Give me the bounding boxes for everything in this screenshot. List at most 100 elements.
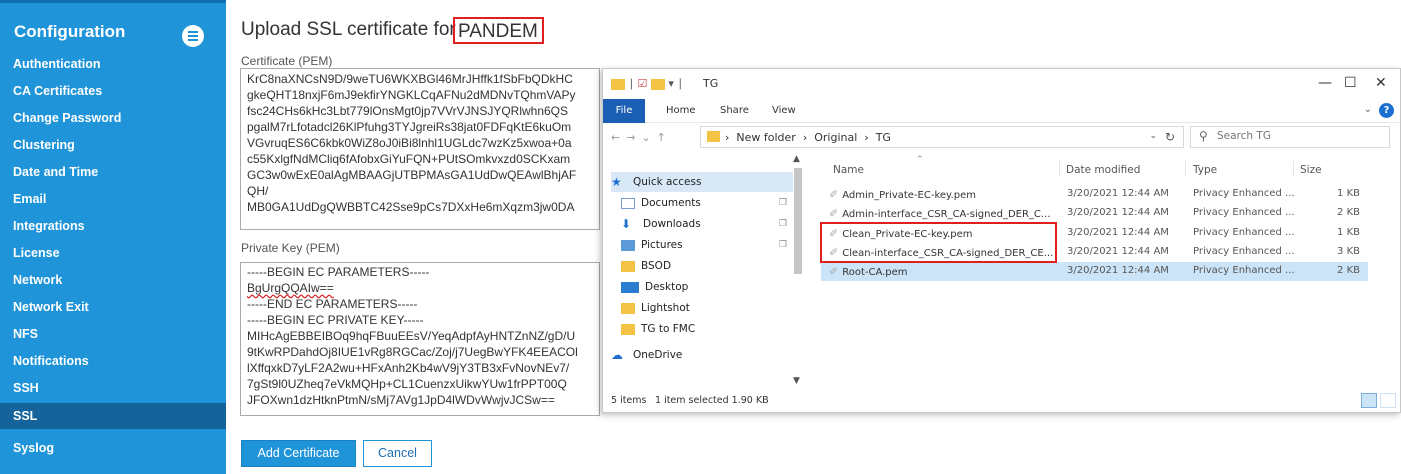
nav-item-documents[interactable]: Documents ❒ (611, 193, 793, 213)
sidebar-item-license[interactable]: License (0, 240, 226, 266)
private-key-line: 9tKwRPDahdOj8IUE1vRg8RGCac/Zoj/j7UegBwYF… (247, 345, 578, 359)
private-key-line: -----END EC PARAMETERS----- (247, 297, 418, 311)
device-name: PANDEM (458, 21, 538, 42)
file-row[interactable]: ✐ Admin-interface_CSR_CA-signed_DER_C... … (821, 204, 1368, 223)
help-icon[interactable]: ? (1379, 103, 1394, 118)
pictures-icon (621, 239, 635, 251)
new-folder-icon[interactable] (650, 78, 665, 90)
column-header-size[interactable]: Size (1300, 164, 1322, 176)
refresh-icon[interactable]: ↻ (1165, 130, 1175, 144)
sidebar-item-date-and-time[interactable]: Date and Time (0, 159, 226, 185)
details-view-icon[interactable] (1361, 393, 1377, 408)
breadcrumb-separator-icon: › (725, 131, 733, 144)
scroll-up-icon[interactable]: ▲ (793, 154, 800, 164)
sidebar-item-ssh[interactable]: SSH (0, 375, 226, 401)
column-header-name[interactable]: Name (833, 164, 864, 176)
certificate-line: QH/ (247, 184, 269, 198)
nav-item-onedrive[interactable]: ☁ OneDrive (611, 345, 793, 365)
ribbon-tab-share[interactable]: Share (720, 105, 749, 116)
nav-item-bsod[interactable]: BSOD (611, 256, 793, 276)
private-key-line: -----BEGIN EC PRIVATE KEY----- (247, 313, 424, 327)
pem-file-icon: ✐ (829, 265, 839, 278)
address-bar[interactable]: › New folder › Original › TG ⌄ ↻ (700, 126, 1184, 148)
page-title: Upload SSL certificate for (241, 19, 456, 40)
scroll-down-icon[interactable]: ▼ (793, 376, 800, 386)
file-size: 2 KB (1337, 265, 1360, 276)
sidebar-item-notifications[interactable]: Notifications (0, 348, 226, 374)
column-divider[interactable] (1185, 161, 1186, 177)
file-date: 3/20/2021 12:44 AM (1067, 188, 1169, 199)
certificate-line: GC3w0wExE0alAgMBAAGjUTBPMAsGA1UdDwQEAwlB… (247, 168, 577, 182)
scrollbar-thumb[interactable] (794, 168, 802, 274)
nav-item-pictures[interactable]: Pictures ❒ (611, 235, 793, 255)
breadcrumb-item[interactable]: New folder (736, 131, 795, 144)
navigation-scrollbar[interactable]: ▲ ▼ (792, 154, 804, 392)
nav-item-lightshot[interactable]: Lightshot (611, 298, 793, 318)
pin-icon[interactable]: ❒ (779, 214, 787, 234)
pin-icon[interactable]: ❒ (779, 235, 787, 255)
sidebar-item-network[interactable]: Network (0, 267, 226, 293)
navigation-pane: ★ Quick access Documents ❒ ⬇ Downloads ❒ P… (603, 154, 803, 392)
minimize-icon[interactable]: — (1318, 75, 1332, 91)
certificate-textarea[interactable]: KrC8naXNCsN9D/9weTU6WKXBGl46MrJHffk1fSbF… (240, 68, 600, 230)
maximize-icon[interactable]: ☐ (1344, 75, 1357, 91)
add-certificate-button[interactable]: Add Certificate (241, 440, 356, 467)
sidebar-item-syslog[interactable]: Syslog (0, 435, 226, 461)
column-divider[interactable] (1293, 161, 1294, 177)
sidebar-title: Configuration (14, 22, 126, 41)
sidebar-item-email[interactable]: Email (0, 186, 226, 212)
search-icon: ⚲ (1199, 129, 1208, 143)
sidebar-item-network-exit[interactable]: Network Exit (0, 294, 226, 320)
nav-item-downloads[interactable]: ⬇ Downloads ❒ (611, 214, 793, 234)
ribbon-tab-view[interactable]: View (772, 105, 796, 116)
close-icon[interactable]: ✕ (1375, 75, 1387, 91)
breadcrumb-item[interactable]: TG (876, 131, 891, 144)
search-box[interactable]: ⚲ (1190, 126, 1390, 148)
window-titlebar: ∣ ☑ ▾ ∣ TG — ☐ ✕ (603, 69, 1400, 99)
folder-icon (621, 260, 635, 272)
pin-icon[interactable]: ❒ (779, 193, 787, 213)
breadcrumb-item[interactable]: Original (814, 131, 857, 144)
sidebar-item-integrations[interactable]: Integrations (0, 213, 226, 239)
ribbon-tab-file[interactable]: File (603, 99, 645, 123)
file-type: Privacy Enhanced ... (1193, 227, 1295, 238)
sidebar-item-nfs[interactable]: NFS (0, 321, 226, 347)
large-icons-view-icon[interactable] (1380, 393, 1396, 408)
nav-item-label: Documents (641, 197, 701, 209)
customize-icon[interactable]: ▾ (668, 77, 674, 90)
properties-icon[interactable]: ☑ (638, 77, 648, 90)
ribbon-tab-home[interactable]: Home (666, 105, 696, 116)
file-row-selected[interactable]: ✐ Root-CA.pem 3/20/2021 12:44 AM Privacy … (821, 262, 1368, 281)
nav-item-quick-access[interactable]: ★ Quick access (611, 172, 793, 192)
device-name-highlight: PANDEM (453, 17, 544, 44)
quick-access-toolbar: ∣ ☑ ▾ ∣ (611, 77, 683, 90)
column-divider[interactable] (1059, 161, 1060, 177)
sidebar-top-strip (0, 0, 226, 3)
nav-item-label: Quick access (633, 176, 702, 188)
file-date: 3/20/2021 12:44 AM (1067, 246, 1169, 257)
sidebar-item-change-password[interactable]: Change Password (0, 105, 226, 131)
nav-item-desktop[interactable]: Desktop (611, 277, 793, 297)
sidebar-item-ca-certificates[interactable]: CA Certificates (0, 78, 226, 104)
address-dropdown-icon[interactable]: ⌄ (1149, 131, 1157, 141)
navigation-arrows[interactable]: ←→⌄↑ (611, 131, 672, 144)
expand-ribbon-icon[interactable]: ⌄ (1364, 104, 1372, 115)
certificate-line: KrC8naXNCsN9D/9weTU6WKXBGl46MrJHffk1fSbF… (247, 72, 573, 86)
sidebar-item-clustering[interactable]: Clustering (0, 132, 226, 158)
menu-icon[interactable] (182, 25, 204, 47)
column-header-type[interactable]: Type (1193, 164, 1217, 176)
sidebar-item-authentication[interactable]: Authentication (0, 51, 226, 77)
cancel-button[interactable]: Cancel (363, 440, 432, 467)
sidebar-item-ssl[interactable]: SSL (0, 403, 226, 429)
file-size: 3 KB (1337, 246, 1360, 257)
pem-file-icon: ✐ (829, 207, 839, 220)
private-key-line: 7gSt9l0UZheq7eVkMQHp+CL1CuenzxUikwYUw1fr… (247, 377, 567, 391)
file-type: Privacy Enhanced ... (1193, 207, 1295, 218)
nav-item-tg-to-fmc[interactable]: TG to FMC (611, 319, 793, 339)
window-title: TG (703, 77, 719, 90)
file-row[interactable]: ✐ Admin_Private-EC-key.pem 3/20/2021 12:4… (821, 185, 1368, 204)
private-key-textarea[interactable]: -----BEGIN EC PARAMETERS----- BgUrgQQAIw… (240, 262, 600, 416)
search-input[interactable] (1217, 130, 1377, 142)
pem-file-icon: ✐ (829, 188, 839, 201)
column-header-date[interactable]: Date modified (1066, 164, 1140, 176)
